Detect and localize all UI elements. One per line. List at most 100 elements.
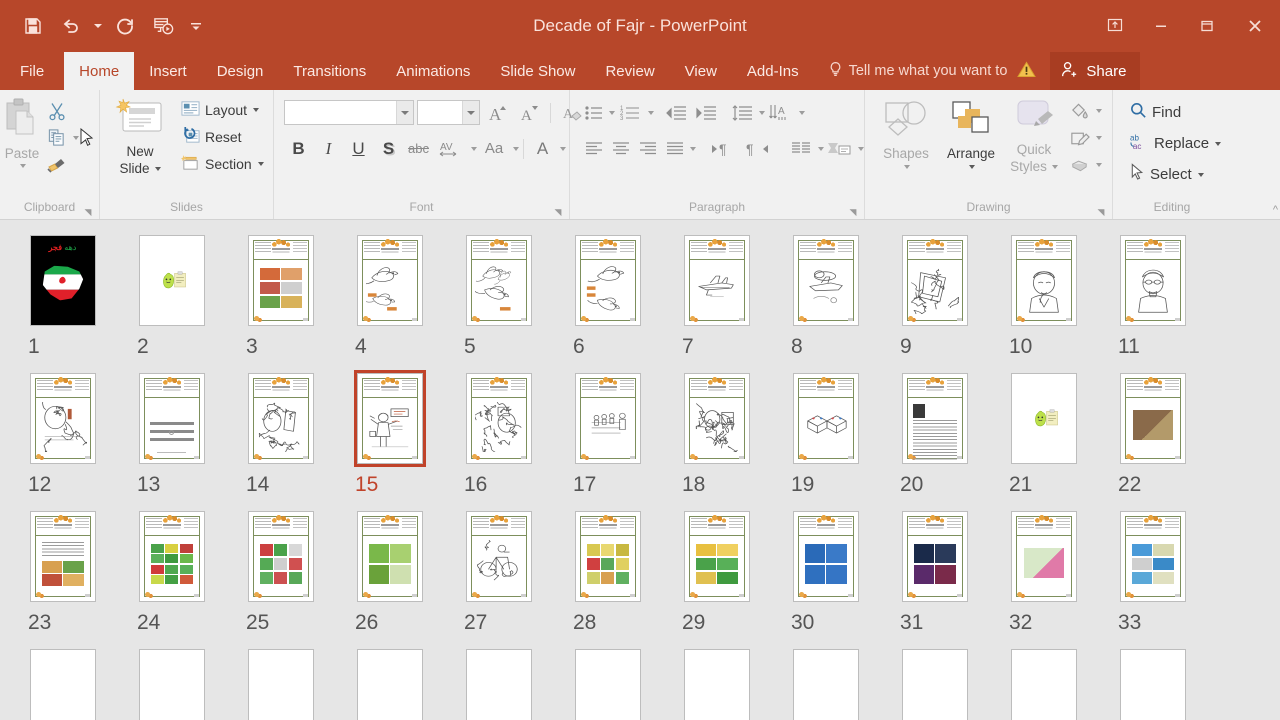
slide-thumbnail-cell[interactable]: 44 (1098, 646, 1207, 720)
character-spacing-dropdown-icon[interactable] (471, 146, 477, 151)
slide-thumbnail-cell[interactable]: 40 (662, 646, 771, 720)
slide-thumbnail-cell[interactable]: 43 (989, 646, 1098, 720)
slide-thumbnail-22[interactable] (1117, 370, 1189, 467)
decrease-font-size-button[interactable]: A (515, 99, 544, 126)
new-slide-button[interactable]: New Slide (108, 93, 172, 177)
slide-thumbnail-cell[interactable]: 30 (771, 508, 880, 635)
close-button[interactable] (1230, 0, 1280, 52)
redo-icon[interactable] (106, 7, 144, 45)
align-center-button[interactable] (607, 135, 634, 162)
slide-thumbnail-cell[interactable]: 4 (335, 232, 444, 359)
slide-thumbnail-23[interactable] (27, 508, 99, 605)
slide-thumbnail-cell[interactable]: 16 (444, 370, 553, 497)
slide-thumbnail-cell[interactable]: 21 (989, 370, 1098, 497)
change-case-dropdown-icon[interactable] (513, 146, 519, 151)
slide-thumbnail-cell[interactable]: 33 (1098, 508, 1207, 635)
slide-thumbnail-cell[interactable]: 6 (553, 232, 662, 359)
warning-icon[interactable] (1017, 60, 1037, 82)
slide-thumbnail-43[interactable] (1008, 646, 1080, 720)
slide-thumbnail-28[interactable] (572, 508, 644, 605)
slide-thumbnail-29[interactable] (681, 508, 753, 605)
shapes-button[interactable]: Shapes (875, 93, 937, 169)
slide-thumbnail-3[interactable] (245, 232, 317, 329)
shape-fill-dropdown-icon[interactable] (1096, 108, 1102, 113)
slide-thumbnail-21[interactable] (1008, 370, 1080, 467)
slide-thumbnail-33[interactable] (1117, 508, 1189, 605)
slide-thumbnail-cell[interactable]: 18 (662, 370, 771, 497)
slide-thumbnail-cell[interactable]: 20 (880, 370, 989, 497)
slide-thumbnail-16[interactable] (463, 370, 535, 467)
tab-view[interactable]: View (670, 52, 732, 90)
character-spacing-button[interactable]: AV (434, 135, 468, 162)
slide-thumbnail-cell[interactable]: 38 (444, 646, 553, 720)
shape-effects-dropdown-icon[interactable] (1096, 162, 1102, 167)
shape-outline-dropdown-icon[interactable] (1096, 135, 1102, 140)
slide-thumbnail-cell[interactable]: 9 (880, 232, 989, 359)
undo-dropdown-icon[interactable] (90, 7, 106, 45)
slide-thumbnail-31[interactable] (899, 508, 971, 605)
minimize-button[interactable] (1138, 0, 1184, 52)
slide-thumbnail-41[interactable] (790, 646, 862, 720)
underline-button[interactable]: U (344, 135, 373, 162)
smartart-dropdown-icon[interactable] (858, 146, 864, 151)
slide-thumbnail-9[interactable] (899, 232, 971, 329)
slide-thumbnail-cell[interactable]: 3 (226, 232, 335, 359)
slide-thumbnail-cell[interactable]: 2 (117, 232, 226, 359)
cut-button[interactable] (42, 97, 71, 124)
slide-thumbnail-38[interactable] (463, 646, 535, 720)
undo-icon[interactable] (52, 7, 90, 45)
slide-thumbnail-cell[interactable]: 5 (444, 232, 553, 359)
slide-sorter-panel[interactable]: دهه فجر 1 2 3 4 5 6 7 8 9 10 11 12 13 14 15 16 17 18 19 20 21… (0, 220, 1280, 720)
tab-transitions[interactable]: Transitions (278, 52, 381, 90)
slide-thumbnail-2[interactable] (136, 232, 208, 329)
decrease-indent-button[interactable] (661, 99, 691, 126)
section-button[interactable]: Section (176, 150, 268, 177)
font-name-input[interactable] (284, 100, 414, 125)
slide-thumbnail-cell[interactable]: 37 (335, 646, 444, 720)
paragraph-dialog-launcher-icon[interactable]: ◥ (848, 207, 858, 217)
slide-thumbnail-cell[interactable]: 41 (771, 646, 880, 720)
slide-thumbnail-19[interactable] (790, 370, 862, 467)
text-shadow-button[interactable]: S (374, 135, 403, 162)
slide-thumbnail-26[interactable] (354, 508, 426, 605)
slide-thumbnail-27[interactable] (463, 508, 535, 605)
paste-button[interactable]: Paste (2, 93, 42, 168)
slide-thumbnail-32[interactable] (1008, 508, 1080, 605)
slide-thumbnail-cell[interactable]: 34 (8, 646, 117, 720)
slide-thumbnail-13[interactable] (136, 370, 208, 467)
shape-outline-button[interactable] (1065, 124, 1094, 151)
increase-indent-button[interactable] (691, 99, 721, 126)
slide-thumbnail-39[interactable] (572, 646, 644, 720)
slide-thumbnail-cell[interactable]: 39 (553, 646, 662, 720)
layout-button[interactable]: Layout (176, 96, 268, 123)
slide-thumbnail-cell[interactable]: 11 (1098, 232, 1207, 359)
text-direction-button[interactable]: A (765, 99, 797, 126)
find-button[interactable]: Find (1125, 97, 1185, 128)
slide-thumbnail-18[interactable] (681, 370, 753, 467)
tab-slide-show[interactable]: Slide Show (485, 52, 590, 90)
slide-thumbnail-cell[interactable]: 29 (662, 508, 771, 635)
slide-thumbnail-44[interactable] (1117, 646, 1189, 720)
justify-dropdown-icon[interactable] (690, 146, 696, 151)
slide-thumbnail-cell[interactable]: 36 (226, 646, 335, 720)
bullets-button[interactable] (580, 99, 607, 126)
slide-thumbnail-cell[interactable]: 14 (226, 370, 335, 497)
slide-thumbnail-34[interactable] (27, 646, 99, 720)
slide-thumbnail-5[interactable] (463, 232, 535, 329)
clipboard-dialog-launcher-icon[interactable]: ◥ (83, 207, 93, 217)
align-right-button[interactable] (634, 135, 661, 162)
convert-to-smartart-button[interactable] (824, 135, 856, 162)
slide-thumbnail-12[interactable] (27, 370, 99, 467)
slide-thumbnail-cell[interactable]: 19 (771, 370, 880, 497)
slide-thumbnail-cell[interactable]: 24 (117, 508, 226, 635)
tab-review[interactable]: Review (590, 52, 669, 90)
replace-button[interactable]: ab ac Replace (1125, 128, 1225, 159)
slide-thumbnail-10[interactable] (1008, 232, 1080, 329)
customize-quick-access-toolbar-icon[interactable] (182, 7, 210, 45)
slide-thumbnail-cell[interactable]: 13 (117, 370, 226, 497)
slide-thumbnail-20[interactable] (899, 370, 971, 467)
slide-thumbnail-cell[interactable]: 10 (989, 232, 1098, 359)
line-spacing-button[interactable] (727, 99, 757, 126)
italic-button[interactable]: I (314, 135, 343, 162)
slide-thumbnail-24[interactable] (136, 508, 208, 605)
